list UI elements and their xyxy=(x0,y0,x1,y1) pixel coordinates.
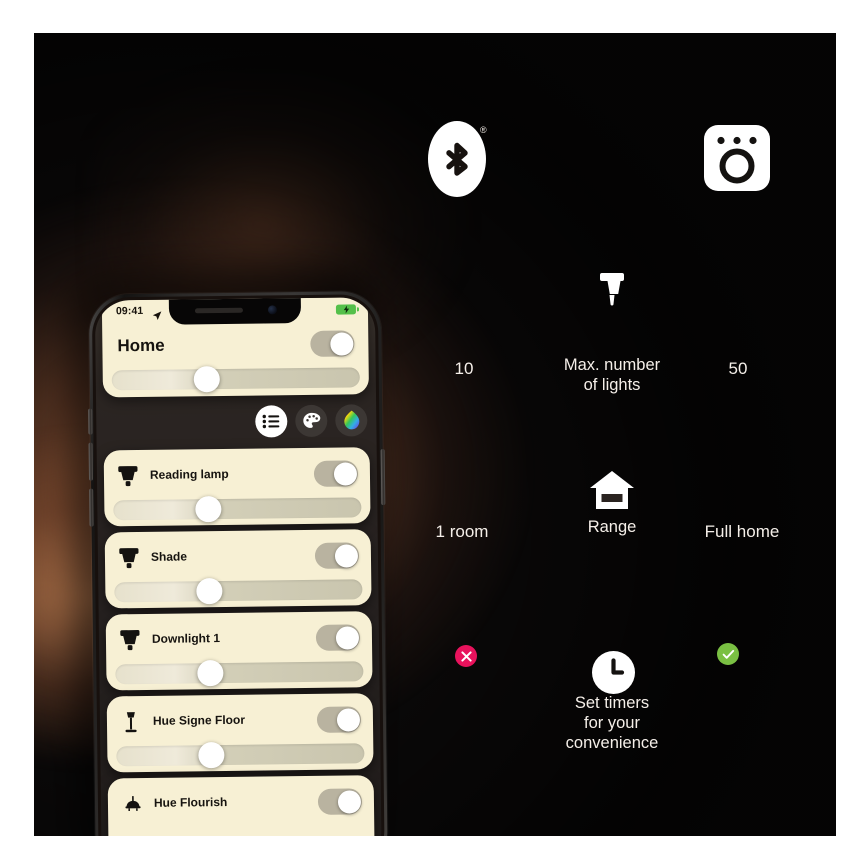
status-bar: 09:41 xyxy=(102,297,368,326)
max-lights-right-value: 50 xyxy=(728,359,748,378)
clock-icon xyxy=(582,651,644,694)
light-card-reading-lamp[interactable]: Reading lamp xyxy=(103,447,371,527)
phone-volume-up-button[interactable] xyxy=(88,442,94,481)
light-card-shade[interactable]: Shade xyxy=(104,529,372,609)
check-badge-icon xyxy=(717,643,739,665)
toggle-knob xyxy=(333,461,357,486)
light-brightness-slider[interactable] xyxy=(115,659,364,686)
timers-left-badge xyxy=(455,645,477,667)
x-badge-icon xyxy=(455,645,477,667)
phone-screen: 09:41 Home Reading lamp Shade Downlight … xyxy=(94,297,382,836)
light-bulb-icon xyxy=(561,270,663,316)
list-icon xyxy=(262,414,280,429)
phone-mute-switch[interactable] xyxy=(88,408,93,435)
max-lights-left-value: 10 xyxy=(454,359,474,378)
bulb-spot-icon xyxy=(120,629,140,651)
light-name: Downlight 1 xyxy=(151,631,221,646)
dark-canvas: ® Max. number of lights 10 50 Range 1 ro… xyxy=(34,33,836,836)
light-name: Hue Flourish xyxy=(153,794,228,810)
home-master-toggle[interactable] xyxy=(310,330,355,357)
color-picker-button[interactable] xyxy=(335,404,368,437)
slider-knob[interactable] xyxy=(198,741,225,768)
mode-button-group xyxy=(255,404,368,438)
light-brightness-slider[interactable] xyxy=(114,577,363,604)
light-toggle[interactable] xyxy=(315,624,361,651)
slider-knob[interactable] xyxy=(193,365,220,392)
palette-icon xyxy=(302,412,320,428)
light-card-downlight-1[interactable]: Downlight 1 xyxy=(105,611,373,691)
hue-bridge-icon xyxy=(704,125,770,196)
list-view-button[interactable] xyxy=(255,405,288,438)
light-name: Shade xyxy=(150,549,188,564)
bulb-spot-icon xyxy=(119,547,139,569)
house-icon xyxy=(581,470,643,511)
slider-knob[interactable] xyxy=(196,577,223,604)
bluetooth-trademark: ® xyxy=(480,125,487,135)
screenshot-root: ® Max. number of lights 10 50 Range 1 ro… xyxy=(0,0,868,868)
slider-knob[interactable] xyxy=(195,495,222,522)
light-card-hue-flourish[interactable]: Hue Flourish xyxy=(107,775,375,836)
light-toggle[interactable] xyxy=(316,706,362,733)
phone-power-button[interactable] xyxy=(380,449,386,506)
scenes-palette-button[interactable] xyxy=(295,404,328,438)
phone-mockup: 09:41 Home Reading lamp Shade Downlight … xyxy=(60,253,388,836)
timers-label: Set timers for your convenience xyxy=(565,694,659,752)
range-right-value: Full home xyxy=(704,522,780,541)
light-brightness-slider[interactable] xyxy=(116,741,365,768)
toggle-knob xyxy=(329,331,354,356)
light-toggle[interactable] xyxy=(313,460,359,487)
light-brightness-slider[interactable] xyxy=(113,495,362,522)
toggle-knob xyxy=(335,625,359,650)
phone-volume-down-button[interactable] xyxy=(89,488,94,527)
light-toggle[interactable] xyxy=(314,542,360,569)
bulb-spot-icon xyxy=(118,465,138,487)
battery-charging-icon xyxy=(335,304,357,315)
floor-lamp-icon xyxy=(121,711,141,733)
light-name: Hue Signe Floor xyxy=(152,712,246,728)
pendant-lamp-icon xyxy=(122,793,142,815)
light-card-hue-signe-floor[interactable]: Hue Signe Floor xyxy=(106,693,374,773)
range-left-value: 1 room xyxy=(435,522,489,541)
bluetooth-icon xyxy=(428,121,486,202)
light-toggle[interactable] xyxy=(317,788,363,815)
light-name: Reading lamp xyxy=(149,466,229,482)
status-bar-time: 09:41 xyxy=(115,304,144,318)
timers-right-badge xyxy=(717,643,739,665)
toggle-knob xyxy=(337,789,361,814)
home-header-card: 09:41 Home xyxy=(101,297,369,398)
toggle-knob xyxy=(334,543,358,568)
page-title: Home xyxy=(117,335,165,356)
home-brightness-slider[interactable] xyxy=(111,365,360,392)
location-arrow-icon xyxy=(152,308,162,326)
slider-knob[interactable] xyxy=(197,659,224,686)
max-lights-label: Max. number of lights xyxy=(563,356,661,394)
color-droplet-icon xyxy=(343,410,359,430)
toggle-knob xyxy=(336,707,360,732)
